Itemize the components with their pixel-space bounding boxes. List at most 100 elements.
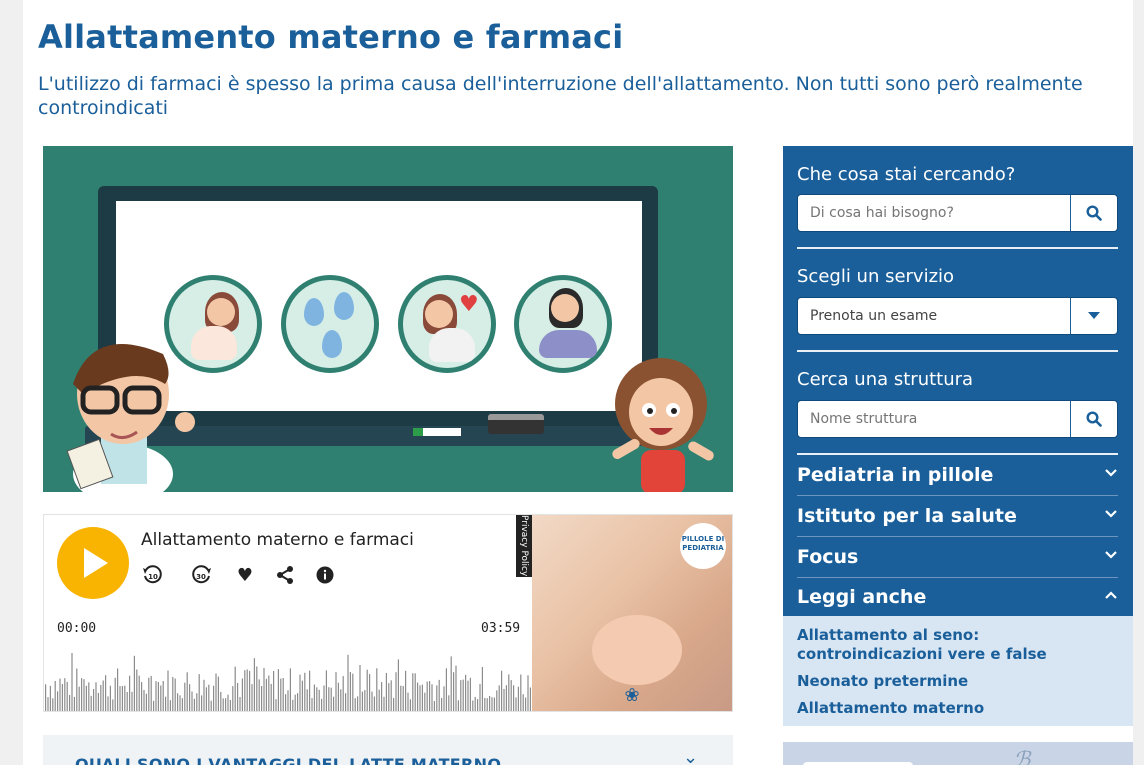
waveform-bar <box>193 698 195 711</box>
service-select[interactable]: Prenota un esame <box>797 297 1118 335</box>
waveform-bar <box>232 686 234 711</box>
waveform-bar <box>114 677 116 711</box>
structure-label: Cerca una struttura <box>797 369 974 390</box>
info-button[interactable] <box>313 563 337 587</box>
waveform-bar <box>256 666 258 711</box>
waveform-bar <box>121 686 123 711</box>
waveform-bar <box>457 700 459 711</box>
waveform-bar <box>165 696 167 711</box>
waveform-bar <box>177 693 179 711</box>
search-input[interactable] <box>798 195 1070 231</box>
divider <box>797 350 1118 352</box>
waveform-bar <box>172 677 174 711</box>
waveform-bar <box>227 694 229 711</box>
waveform-bar <box>198 674 200 711</box>
search-button[interactable] <box>1070 195 1117 231</box>
structure-search-button[interactable] <box>1070 401 1117 437</box>
waveform-bar <box>131 691 133 711</box>
heart-icon: ♥ <box>236 564 254 586</box>
waveform-bar <box>186 672 188 711</box>
waveform-bar <box>299 674 301 711</box>
waveform-bar <box>311 698 313 711</box>
waveform-bar <box>205 687 207 711</box>
waveform-bar <box>244 670 246 711</box>
read-more-link[interactable]: Allattamento materno <box>797 699 1117 718</box>
waveform-bar <box>201 695 203 711</box>
waveform-bar <box>306 689 308 711</box>
waveform-bar <box>484 698 486 711</box>
waveform-bar <box>52 698 54 711</box>
rewind-10-icon: 10 <box>143 565 162 584</box>
waveform-bar <box>263 667 265 711</box>
waveform-bar <box>301 680 303 711</box>
play-button[interactable] <box>57 527 129 599</box>
waveform-bar <box>289 668 291 711</box>
service-label: Scegli un servizio <box>797 266 955 287</box>
waveform-bar <box>88 682 90 711</box>
waveform-bar <box>54 681 56 711</box>
waveform-bar <box>181 698 183 711</box>
share-icon <box>277 566 293 584</box>
service-dropdown-button[interactable] <box>1070 298 1117 334</box>
ad-banner[interactable]: ℬ <box>783 742 1133 765</box>
structure-search-box <box>797 400 1118 438</box>
waveform-bar <box>354 698 356 711</box>
read-more-link[interactable]: Allattamento al seno: controindicazioni … <box>797 626 1117 664</box>
waveform-bar <box>438 679 440 711</box>
waveform-bar <box>78 686 80 711</box>
waveform-bar <box>405 670 407 711</box>
waveform-bar <box>49 685 51 711</box>
waveform-bar <box>105 675 107 711</box>
rewind-10-button[interactable]: 10 <box>141 563 165 587</box>
waveform-bar <box>261 686 263 711</box>
waveform-bar <box>369 674 371 711</box>
waveform-bar <box>337 682 339 711</box>
waveform-bar <box>510 680 512 711</box>
waveform-bar <box>448 695 450 711</box>
marker-pen <box>413 428 461 436</box>
audio-waveform[interactable] <box>45 641 531 711</box>
waveform-bar <box>496 690 498 711</box>
chevron-up-icon <box>1105 591 1117 599</box>
share-button[interactable] <box>273 563 297 587</box>
search-label: Che cosa stai cercando? <box>797 164 1016 185</box>
waveform-bar <box>83 679 85 711</box>
waveform-bar <box>352 673 354 711</box>
waveform-bar <box>95 682 97 711</box>
forward-30-button[interactable]: 30 <box>189 563 213 587</box>
waveform-bar <box>409 699 411 711</box>
waveform-bar <box>285 694 287 711</box>
waveform-bar <box>136 669 138 711</box>
waveform-bar <box>397 659 399 711</box>
waveform-bar <box>366 669 368 711</box>
waveform-bar <box>241 678 243 711</box>
waveform-bar <box>253 658 255 711</box>
current-time: 00:00 <box>57 621 97 636</box>
waveform-bar <box>57 691 59 711</box>
waveform-bar <box>321 698 323 711</box>
menu-focus[interactable]: Focus <box>797 540 1118 578</box>
like-button[interactable]: ♥ <box>233 563 257 587</box>
menu-istituto-per-la-salute[interactable]: Istituto per la salute <box>797 499 1118 537</box>
waveform-bar <box>429 681 431 711</box>
waveform-bar <box>383 696 385 711</box>
menu-pediatria-in-pillole[interactable]: Pediatria in pillole <box>797 458 1118 496</box>
waveform-bar <box>402 686 404 711</box>
chevron-down-icon: ⌄ <box>683 747 699 765</box>
waveform-bar <box>522 694 524 711</box>
menu-label: Leggi anche <box>797 586 927 608</box>
menu-leggi-anche[interactable]: Leggi anche <box>797 580 1118 618</box>
waveform-bar <box>93 689 95 711</box>
waveform-bar <box>59 678 61 711</box>
waveform-bar <box>469 677 471 711</box>
waveform-bar <box>318 689 320 711</box>
waveform-bar <box>148 677 150 711</box>
structure-input[interactable] <box>798 401 1070 437</box>
waveform-bar <box>282 678 284 711</box>
accordion-vantaggi[interactable]: QUALI SONO I VANTAGGI DEL LATTE MATERNO … <box>43 735 733 765</box>
read-more-link[interactable]: Neonato pretermine <box>797 672 1117 691</box>
waveform-bar <box>328 687 330 711</box>
privacy-policy-link[interactable]: Privacy Policy <box>516 515 532 577</box>
waveform-bar <box>141 682 143 711</box>
waveform-bar <box>508 674 510 711</box>
